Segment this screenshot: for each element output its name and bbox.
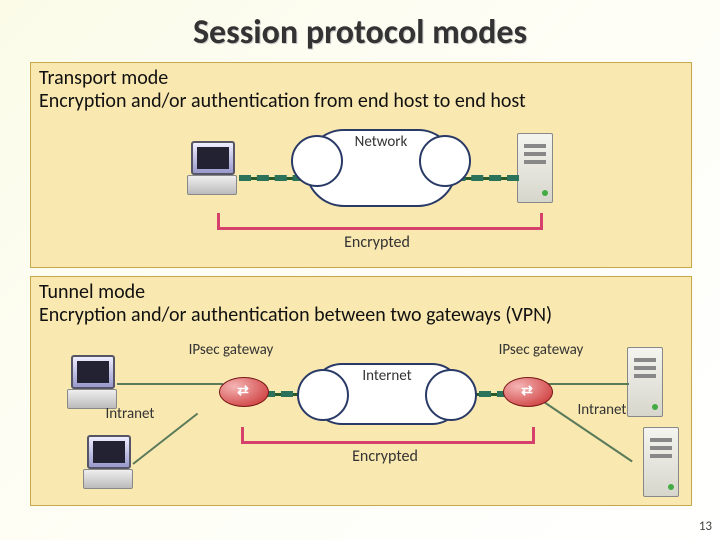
router-icon: ⇄ [503, 377, 551, 405]
intranet-left-label: Intranet [91, 405, 169, 423]
tunnel-panel: Tunnel mode Encryption and/or authentica… [30, 276, 692, 506]
transport-cloud-label: Network [307, 133, 455, 151]
tunnel-line1: Tunnel mode [39, 280, 145, 304]
ipsec-gateway-left-label: IPsec gateway [171, 341, 291, 359]
cloud-icon: Network [305, 129, 457, 207]
intranet-link [541, 383, 629, 385]
pc-icon [83, 435, 135, 491]
server-icon [517, 133, 553, 205]
transport-panel: Transport mode Encryption and/or authent… [30, 62, 692, 268]
transport-encrypted-bracket [217, 213, 543, 230]
intranet-link [117, 383, 223, 385]
transport-heading: Transport mode Encryption and/or authent… [31, 63, 691, 113]
tunnel-encrypted-bracket [241, 427, 535, 444]
router-icon: ⇄ [219, 377, 267, 405]
pc-icon [67, 355, 119, 411]
slide: Session protocol modes Transport mode En… [0, 0, 720, 540]
intranet-right-label: Intranet [563, 401, 641, 419]
tunnel-encrypted-label: Encrypted [241, 447, 529, 466]
transport-line1: Transport mode [39, 66, 168, 90]
page-number: 13 [699, 519, 712, 534]
ipsec-gateway-right-label: IPsec gateway [481, 341, 601, 359]
tunnel-heading: Tunnel mode Encryption and/or authentica… [31, 277, 691, 327]
tunnel-cloud-label: Internet [313, 367, 461, 385]
transport-line2: Encryption and/or authentication from en… [39, 89, 526, 113]
transport-encrypted-label: Encrypted [217, 233, 537, 252]
slide-title: Session protocol modes [0, 12, 720, 53]
tunnel-line2: Encryption and/or authentication between… [39, 303, 552, 327]
server-icon [643, 427, 679, 499]
cloud-icon: Internet [311, 363, 463, 425]
pc-icon [187, 141, 239, 197]
